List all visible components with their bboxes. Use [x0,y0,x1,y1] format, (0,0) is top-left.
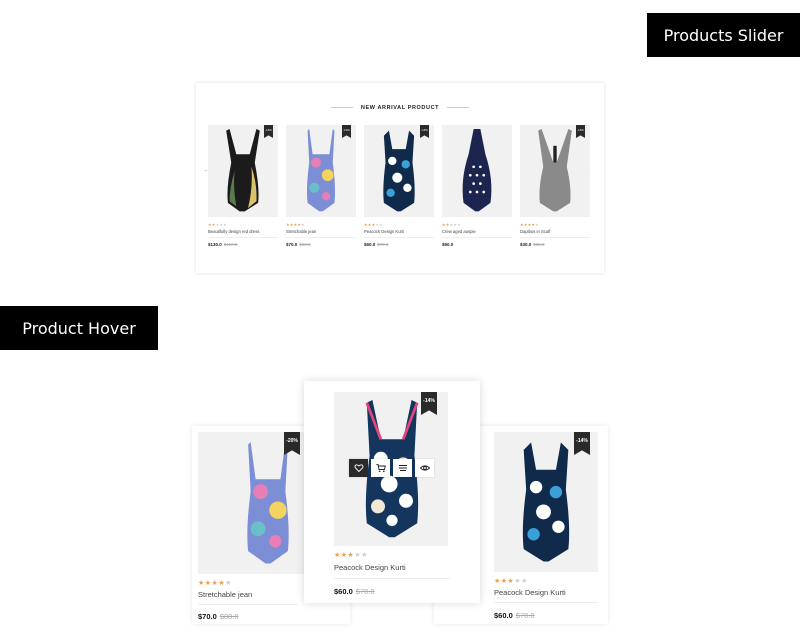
product-price: $60.0 $70.0 [334,587,375,596]
divider [334,578,450,579]
product-hover-label: Product Hover [0,306,158,350]
divider [198,604,298,605]
product-name[interactable]: Dapibus in Scalf [520,229,590,234]
rating-stars: ★★★★★ [208,222,227,227]
product-image[interactable]: -14% [208,125,278,217]
divider [520,237,590,238]
product-name[interactable]: Crew aged auspie [442,229,512,234]
rating-stars: ★★★★★ [364,222,383,227]
compare-button[interactable] [393,459,412,477]
product-name[interactable]: Peacock Design Kurti [364,229,434,234]
divider [208,237,278,238]
rating-stars: ★★★★★ [494,578,528,585]
product-name[interactable]: Stretchable jean [286,229,356,234]
product-name[interactable]: Peacock Design Kurti [494,588,566,597]
swimsuit-image [226,129,260,212]
product-image[interactable]: -14% [286,125,356,217]
rating-stars: ★★★★★ [286,222,305,227]
product-name[interactable]: Stretchable jean [198,590,252,599]
divider [442,237,512,238]
rating-stars: ★★★★★ [442,222,461,227]
divider [286,237,356,238]
slider-product-card[interactable]: -14% ★★★★★ Dapibus in Scalf $30.0 $35.0 [520,125,590,247]
slider-heading: NEW ARRIVAL PRODUCT [196,105,604,111]
slider-product-card[interactable]: ★★★★★ Crew aged auspie $60.0 [442,125,512,247]
product-image[interactable]: -14% [494,432,598,572]
products-slider-panel: NEW ARRIVAL PRODUCT ← → -14% ★★★★★ Beaut… [196,83,604,273]
product-price: $70.0 $88.0 [286,242,311,247]
product-image[interactable]: -14% [520,125,590,217]
product-image[interactable]: -14% [334,392,448,546]
product-price: $130.0 $150.0 [208,242,238,247]
quickview-icon [419,465,430,471]
swimsuit-image [307,129,335,212]
product-image[interactable]: -14% [364,125,434,217]
product-price: $30.0 $35.0 [520,242,545,247]
cart-icon [376,464,386,473]
swimsuit-image [462,129,492,212]
rating-stars: ★★★★★ [334,552,368,559]
rating-stars: ★★★★★ [520,222,539,227]
product-image[interactable] [442,125,512,217]
product-price: $60.0 $70.0 [364,242,389,247]
slider-product-card[interactable]: -14% ★★★★★ Peacock Design Kurti $60.0 $70… [364,125,434,247]
swimsuit-image [383,130,415,212]
hover-product-card-center[interactable]: -14% ★★★★★ Peacock Design Kurti $60.0 $70… [304,381,480,603]
divider [494,602,598,603]
product-name[interactable]: Peacock Design Kurti [334,563,406,572]
products-slider-label: Products Slider [647,13,800,57]
heart-icon [354,464,363,473]
add-to-cart-button[interactable] [371,459,390,477]
swimsuit-image [247,442,289,564]
slider-product-card[interactable]: -14% ★★★★★ Stretchable jean $70.0 $88.0 [286,125,356,247]
rating-stars: ★★★★★ [198,580,232,587]
hover-actions [349,459,434,477]
wishlist-button[interactable] [349,459,368,477]
swimsuit-image [538,129,572,212]
quick-view-button[interactable] [415,459,434,477]
slider-product-card[interactable]: -14% ★★★★★ Beautifully design red dress … [208,125,278,247]
product-price: $60.0 $70.0 [494,611,535,620]
compare-icon [398,465,407,471]
product-price: $70.0 $88.0 [198,612,239,621]
product-price: $60.0 [442,242,454,247]
divider [364,237,434,238]
product-name[interactable]: Beautifully design red dress [208,229,278,234]
swimsuit-image [522,442,570,562]
